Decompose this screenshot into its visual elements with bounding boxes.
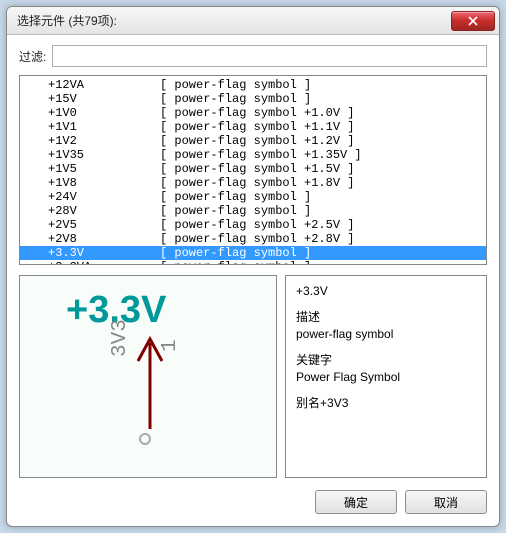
item-name: +3.3V xyxy=(48,246,160,260)
close-button[interactable] xyxy=(451,11,495,31)
dialog-window: 选择元件 (共79项): 过滤: +12VA[ power-flag symbo… xyxy=(6,6,500,527)
item-desc: [ power-flag symbol ] xyxy=(160,78,486,92)
pin-circle-icon xyxy=(139,433,151,445)
list-item[interactable]: +1V8[ power-flag symbol +1.8V ] xyxy=(20,176,486,190)
item-desc: [ power-flag symbol +1.8V ] xyxy=(160,176,486,190)
info-desc-label: 描述 xyxy=(296,308,476,325)
item-name: +1V5 xyxy=(48,162,160,176)
detail-row: +3.3V 3V3 1 +3.3V 描述 power-flag symbol 关… xyxy=(19,275,487,478)
item-name: +1V0 xyxy=(48,106,160,120)
list-item[interactable]: +28V[ power-flag symbol ] xyxy=(20,204,486,218)
item-name: +24V xyxy=(48,190,160,204)
info-keywords-label: 关键字 xyxy=(296,351,476,368)
client-area: 过滤: +12VA[ power-flag symbol ]+15V[ powe… xyxy=(7,35,499,526)
window-title: 选择元件 (共79项): xyxy=(17,12,451,29)
item-name: +28V xyxy=(48,204,160,218)
list-item[interactable]: +1V5[ power-flag symbol +1.5V ] xyxy=(20,162,486,176)
item-desc: [ power-flag symbol ] xyxy=(160,246,486,260)
item-desc: [ power-flag symbol +1.35V ] xyxy=(160,148,486,162)
list-item[interactable]: +12VA[ power-flag symbol ] xyxy=(20,78,486,92)
item-name: +1V1 xyxy=(48,120,160,134)
list-item[interactable]: +15V[ power-flag symbol ] xyxy=(20,92,486,106)
preview-side-label-1: 3V3 xyxy=(110,319,131,357)
item-desc: [ power-flag symbol +2.8V ] xyxy=(160,232,486,246)
filter-row: 过滤: xyxy=(19,45,487,67)
list-item[interactable]: +2V8[ power-flag symbol +2.8V ] xyxy=(20,232,486,246)
item-desc: [ power-flag symbol ] xyxy=(160,204,486,218)
info-keywords-value: Power Flag Symbol xyxy=(296,370,476,384)
info-desc-value: power-flag symbol xyxy=(296,327,476,341)
info-pane: +3.3V 描述 power-flag symbol 关键字 Power Fla… xyxy=(285,275,487,478)
item-name: +3.3VA xyxy=(48,260,160,265)
item-name: +2V8 xyxy=(48,232,160,246)
component-list[interactable]: +12VA[ power-flag symbol ]+15V[ power-fl… xyxy=(19,75,487,265)
item-name: +2V5 xyxy=(48,218,160,232)
list-item[interactable]: +1V1[ power-flag symbol +1.1V ] xyxy=(20,120,486,134)
item-desc: [ power-flag symbol ] xyxy=(160,92,486,106)
item-desc: [ power-flag symbol ] xyxy=(160,190,486,204)
list-item[interactable]: +1V35[ power-flag symbol +1.35V ] xyxy=(20,148,486,162)
list-item[interactable]: +2V5[ power-flag symbol +2.5V ] xyxy=(20,218,486,232)
item-name: +15V xyxy=(48,92,160,106)
info-alias: 别名+3V3 xyxy=(296,394,476,411)
item-desc: [ power-flag symbol +1.5V ] xyxy=(160,162,486,176)
item-desc: [ power-flag symbol +1.0V ] xyxy=(160,106,486,120)
list-item[interactable]: +1V2[ power-flag symbol +1.2V ] xyxy=(20,134,486,148)
item-desc: [ power-flag symbol +1.1V ] xyxy=(160,120,486,134)
close-icon xyxy=(468,16,478,26)
item-name: +1V35 xyxy=(48,148,160,162)
filter-input[interactable] xyxy=(52,45,487,67)
list-item[interactable]: +1V0[ power-flag symbol +1.0V ] xyxy=(20,106,486,120)
preview-pane: +3.3V 3V3 1 xyxy=(19,275,277,478)
info-name: +3.3V xyxy=(296,284,476,298)
filter-label: 过滤: xyxy=(19,48,46,65)
list-item[interactable]: +3.3VA[ power-flag symbol ] xyxy=(20,260,486,265)
cancel-button[interactable]: 取消 xyxy=(405,490,487,514)
titlebar: 选择元件 (共79项): xyxy=(7,7,499,35)
item-desc: [ power-flag symbol +2.5V ] xyxy=(160,218,486,232)
list-item[interactable]: +3.3V[ power-flag symbol ] xyxy=(20,246,486,260)
arrow-icon xyxy=(136,333,164,433)
item-desc: [ power-flag symbol ] xyxy=(160,260,486,265)
button-row: 确定 取消 xyxy=(19,490,487,514)
list-item[interactable]: +24V[ power-flag symbol ] xyxy=(20,190,486,204)
item-name: +1V8 xyxy=(48,176,160,190)
item-name: +1V2 xyxy=(48,134,160,148)
item-desc: [ power-flag symbol +1.2V ] xyxy=(160,134,486,148)
item-name: +12VA xyxy=(48,78,160,92)
ok-button[interactable]: 确定 xyxy=(315,490,397,514)
